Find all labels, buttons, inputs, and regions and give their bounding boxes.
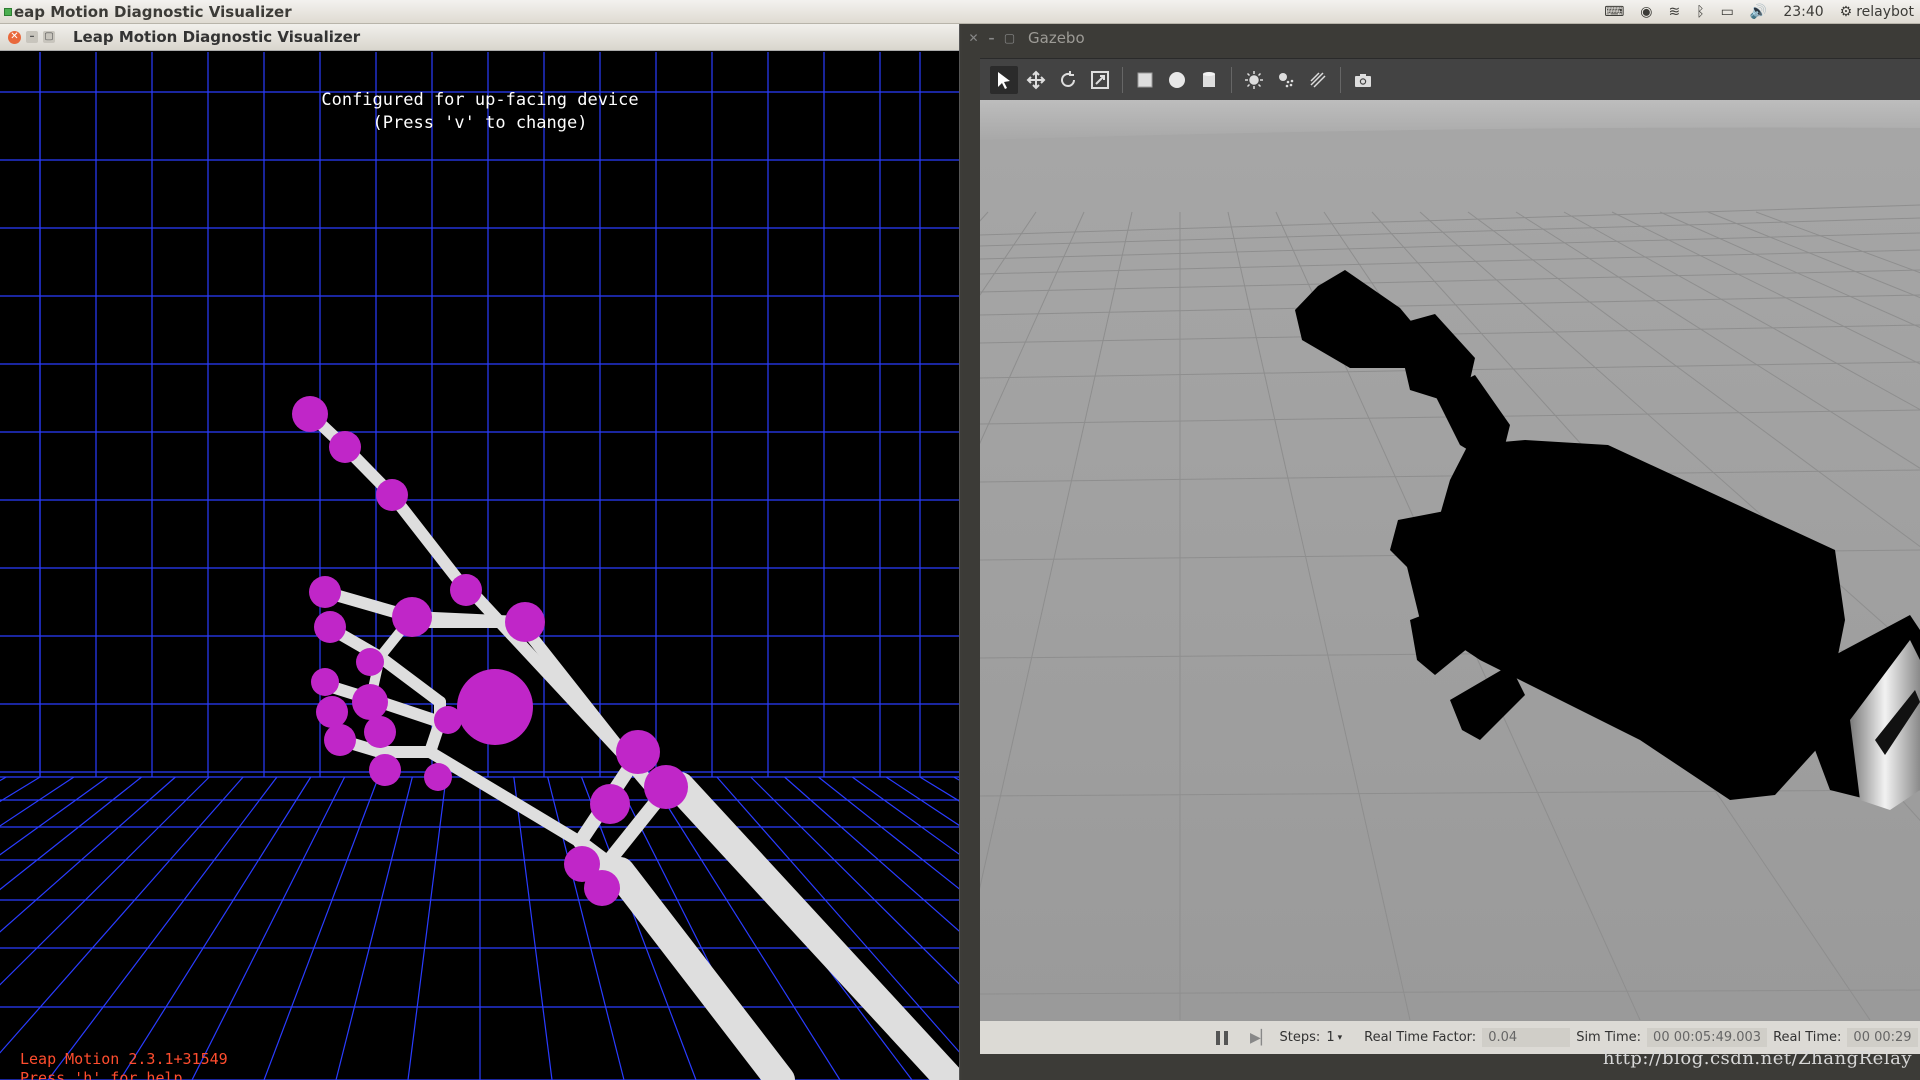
device-config-message: Configured for up-facing device <box>321 90 639 110</box>
close-window-icon[interactable]: ✕ <box>967 32 980 45</box>
leap-window-title: Leap Motion Diagnostic Visualizer <box>73 28 361 46</box>
leap-3d-viewport[interactable]: Configured for up-facing device (Press '… <box>0 52 959 1080</box>
leap-help-hint: Press 'h' for help <box>20 1069 183 1080</box>
leap-titlebar[interactable]: ✕ – ▢ Leap Motion Diagnostic Visualizer <box>0 24 959 51</box>
leap-scene <box>0 52 959 1080</box>
battery-icon[interactable]: ▭ <box>1721 4 1734 20</box>
steps-spinbox[interactable]: 1 ▾ <box>1326 1030 1342 1045</box>
minimize-window-icon[interactable]: – <box>985 32 998 45</box>
gear-icon: ⚙ <box>1839 4 1853 20</box>
device-config-hint: (Press 'v' to change) <box>372 113 588 133</box>
pause-icon[interactable] <box>1216 1030 1228 1045</box>
steps-label: Steps: <box>1279 1030 1321 1045</box>
toolbar-separator <box>1340 66 1341 93</box>
sim-time-value: 00 00:05:49.003 <box>1647 1028 1768 1047</box>
leap-version-label: Leap Motion 2.3.1+31549 <box>20 1050 228 1068</box>
steps-value: 1 <box>1326 1030 1335 1045</box>
scale-icon[interactable] <box>1086 66 1114 94</box>
gazebo-window: ✕ – ▢ Gazebo ▶▏ Steps: 1 ▾ Real Time Fac… <box>962 24 1920 1080</box>
real-time-factor-value: 0.04 <box>1482 1028 1571 1047</box>
screenshot-camera-icon[interactable] <box>1349 66 1377 94</box>
volume-icon[interactable]: 🔊 <box>1750 4 1767 20</box>
directional-light-icon[interactable] <box>1304 66 1332 94</box>
real-time-label: Real Time: <box>1773 1030 1842 1045</box>
real-time-value: 00 00:29 <box>1847 1028 1918 1047</box>
close-window-icon[interactable]: ✕ <box>8 30 21 44</box>
maximize-window-icon[interactable]: ▢ <box>1003 32 1016 45</box>
sim-time-label: Sim Time: <box>1576 1030 1642 1045</box>
translate-icon[interactable] <box>1022 66 1050 94</box>
box-shape-icon[interactable] <box>1131 66 1159 94</box>
point-light-icon[interactable] <box>1240 66 1268 94</box>
spot-light-icon[interactable] <box>1272 66 1300 94</box>
step-forward-icon[interactable]: ▶▏ <box>1250 1030 1272 1046</box>
system-tray: ⌨ ◉ ≋ ᛒ ▭ 🔊 23:40 ⚙ relaybot <box>1604 0 1914 24</box>
active-app-title-text: eap Motion Diagnostic Visualizer <box>14 2 292 21</box>
minimize-window-icon[interactable]: – <box>26 31 38 43</box>
gazebo-titlebar[interactable]: ✕ – ▢ Gazebo <box>962 24 1920 52</box>
user-menu[interactable]: ⚙ relaybot <box>1840 4 1914 20</box>
gazebo-3d-scene[interactable] <box>980 100 1920 1020</box>
top-system-panel: eap Motion Diagnostic Visualizer ⌨ ◉ ≋ ᛒ… <box>0 0 1920 24</box>
maximize-window-icon[interactable]: ▢ <box>43 31 55 43</box>
leap-visualizer-window: ✕ – ▢ Leap Motion Diagnostic Visualizer <box>0 24 960 1080</box>
chevron-down-icon: ▾ <box>1337 1032 1343 1043</box>
active-app-title: eap Motion Diagnostic Visualizer <box>0 3 292 21</box>
gazebo-toolbar <box>980 58 1920 100</box>
real-time-factor-label: Real Time Factor: <box>1364 1030 1477 1045</box>
rotate-icon[interactable] <box>1054 66 1082 94</box>
blog-watermark: http://blog.csdn.net/ZhangRelay <box>1602 1048 1912 1069</box>
bluetooth-icon[interactable]: ᛒ <box>1696 4 1704 20</box>
user-name: relaybot <box>1856 4 1914 20</box>
cylinder-shape-icon[interactable] <box>1195 66 1223 94</box>
keyboard-icon[interactable]: ⌨ <box>1604 4 1624 20</box>
app-indicator-icon <box>4 7 12 16</box>
toolbar-separator <box>1231 66 1232 93</box>
gazebo-window-title: Gazebo <box>1028 29 1085 47</box>
wifi-icon[interactable]: ≋ <box>1669 4 1681 20</box>
sphere-shape-icon[interactable] <box>1163 66 1191 94</box>
gazebo-scene-render <box>980 100 1920 1020</box>
clock[interactable]: 23:40 <box>1783 4 1823 20</box>
chrome-icon[interactable]: ◉ <box>1640 4 1652 20</box>
toolbar-separator <box>1122 66 1123 93</box>
select-arrow-icon[interactable] <box>990 65 1018 94</box>
